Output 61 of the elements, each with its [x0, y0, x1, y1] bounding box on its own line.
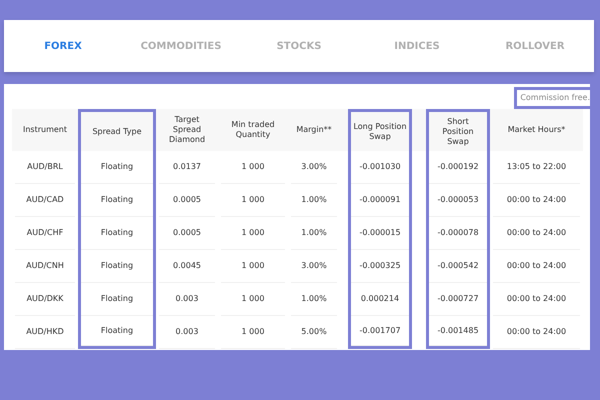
table-cell: 1 000: [221, 283, 285, 316]
table-cell: 0.003: [159, 316, 215, 349]
table-cell: 00:00 to 24:00: [493, 250, 580, 283]
table-cell: Floating: [81, 316, 153, 346]
table-cell: Floating: [81, 184, 153, 217]
table-cell: 00:00 to 24:00: [493, 184, 580, 217]
table-cell: AUD/CNH: [15, 250, 75, 283]
column-header: Market Hours*: [506, 124, 566, 136]
table-cell: 00:00 to 24:00: [493, 283, 580, 316]
tab[interactable]: STOCKS: [240, 38, 358, 54]
table-cell: -0.000325: [351, 250, 409, 283]
table-cell: 1.00%: [291, 283, 337, 316]
table-cell: 13:05 to 22:00: [493, 151, 580, 184]
table-cell: 0.0137: [159, 151, 215, 184]
table-cell: AUD/BRL: [15, 151, 75, 184]
table-cell: AUD/CAD: [15, 184, 75, 217]
table-cell: Floating: [81, 283, 153, 316]
column-header: Margin**: [295, 124, 333, 136]
table-cell: 0.0005: [159, 184, 215, 217]
table-cell: 1 000: [221, 184, 285, 217]
table-cell: 1 000: [221, 250, 285, 283]
table-cell: AUD/CHF: [15, 217, 75, 250]
table-cell: Floating: [81, 217, 153, 250]
table-cell: Floating: [81, 250, 153, 283]
table-cell: AUD/DKK: [15, 283, 75, 316]
table-cell: 3.00%: [291, 151, 337, 184]
tab[interactable]: ROLLOVER: [476, 38, 594, 54]
table-cell: -0.001485: [429, 316, 487, 346]
tab[interactable]: FOREX: [4, 38, 122, 54]
table-cell: 0.0045: [159, 250, 215, 283]
table-cell: Floating: [81, 151, 153, 184]
table-cell: -0.001030: [351, 151, 409, 184]
column-header: Short Position Swap: [441, 116, 475, 148]
table-cell: -0.000192: [429, 151, 487, 184]
table-cell: 5.00%: [291, 316, 337, 349]
table-cell: -0.000015: [351, 217, 409, 250]
table-cell: 1.00%: [291, 184, 337, 217]
column-header: Target Spread Diamond: [168, 114, 206, 146]
table-cell: 1.00%: [291, 217, 337, 250]
table-cell: 00:00 to 24:00: [493, 217, 580, 250]
column-header: Instrument: [22, 124, 68, 136]
table-cell: 0.003: [159, 283, 215, 316]
table-cell: 00:00 to 24:00: [493, 316, 580, 349]
column-header: Spread Type: [91, 126, 143, 138]
table-cell: 1 000: [221, 217, 285, 250]
table-cell: -0.000727: [429, 283, 487, 316]
tab[interactable]: INDICES: [358, 38, 476, 54]
table-cell: 1 000: [221, 151, 285, 184]
table-cell: AUD/HKD: [15, 316, 75, 349]
column-header: Min traded Quantity: [230, 119, 276, 141]
table-cell: 0.000214: [351, 283, 409, 316]
column-header: Long Position Swap: [352, 120, 408, 143]
tab[interactable]: COMMODITIES: [122, 38, 240, 54]
table-cell: -0.000542: [429, 250, 487, 283]
table-cell: -0.000078: [429, 217, 487, 250]
table-cell: 0.0005: [159, 217, 215, 250]
table-cell: -0.000091: [351, 184, 409, 217]
table-cell: -0.001707: [351, 316, 409, 346]
table-cell: 3.00%: [291, 250, 337, 283]
table-cell: -0.000053: [429, 184, 487, 217]
table-cell: 1 000: [221, 316, 285, 349]
